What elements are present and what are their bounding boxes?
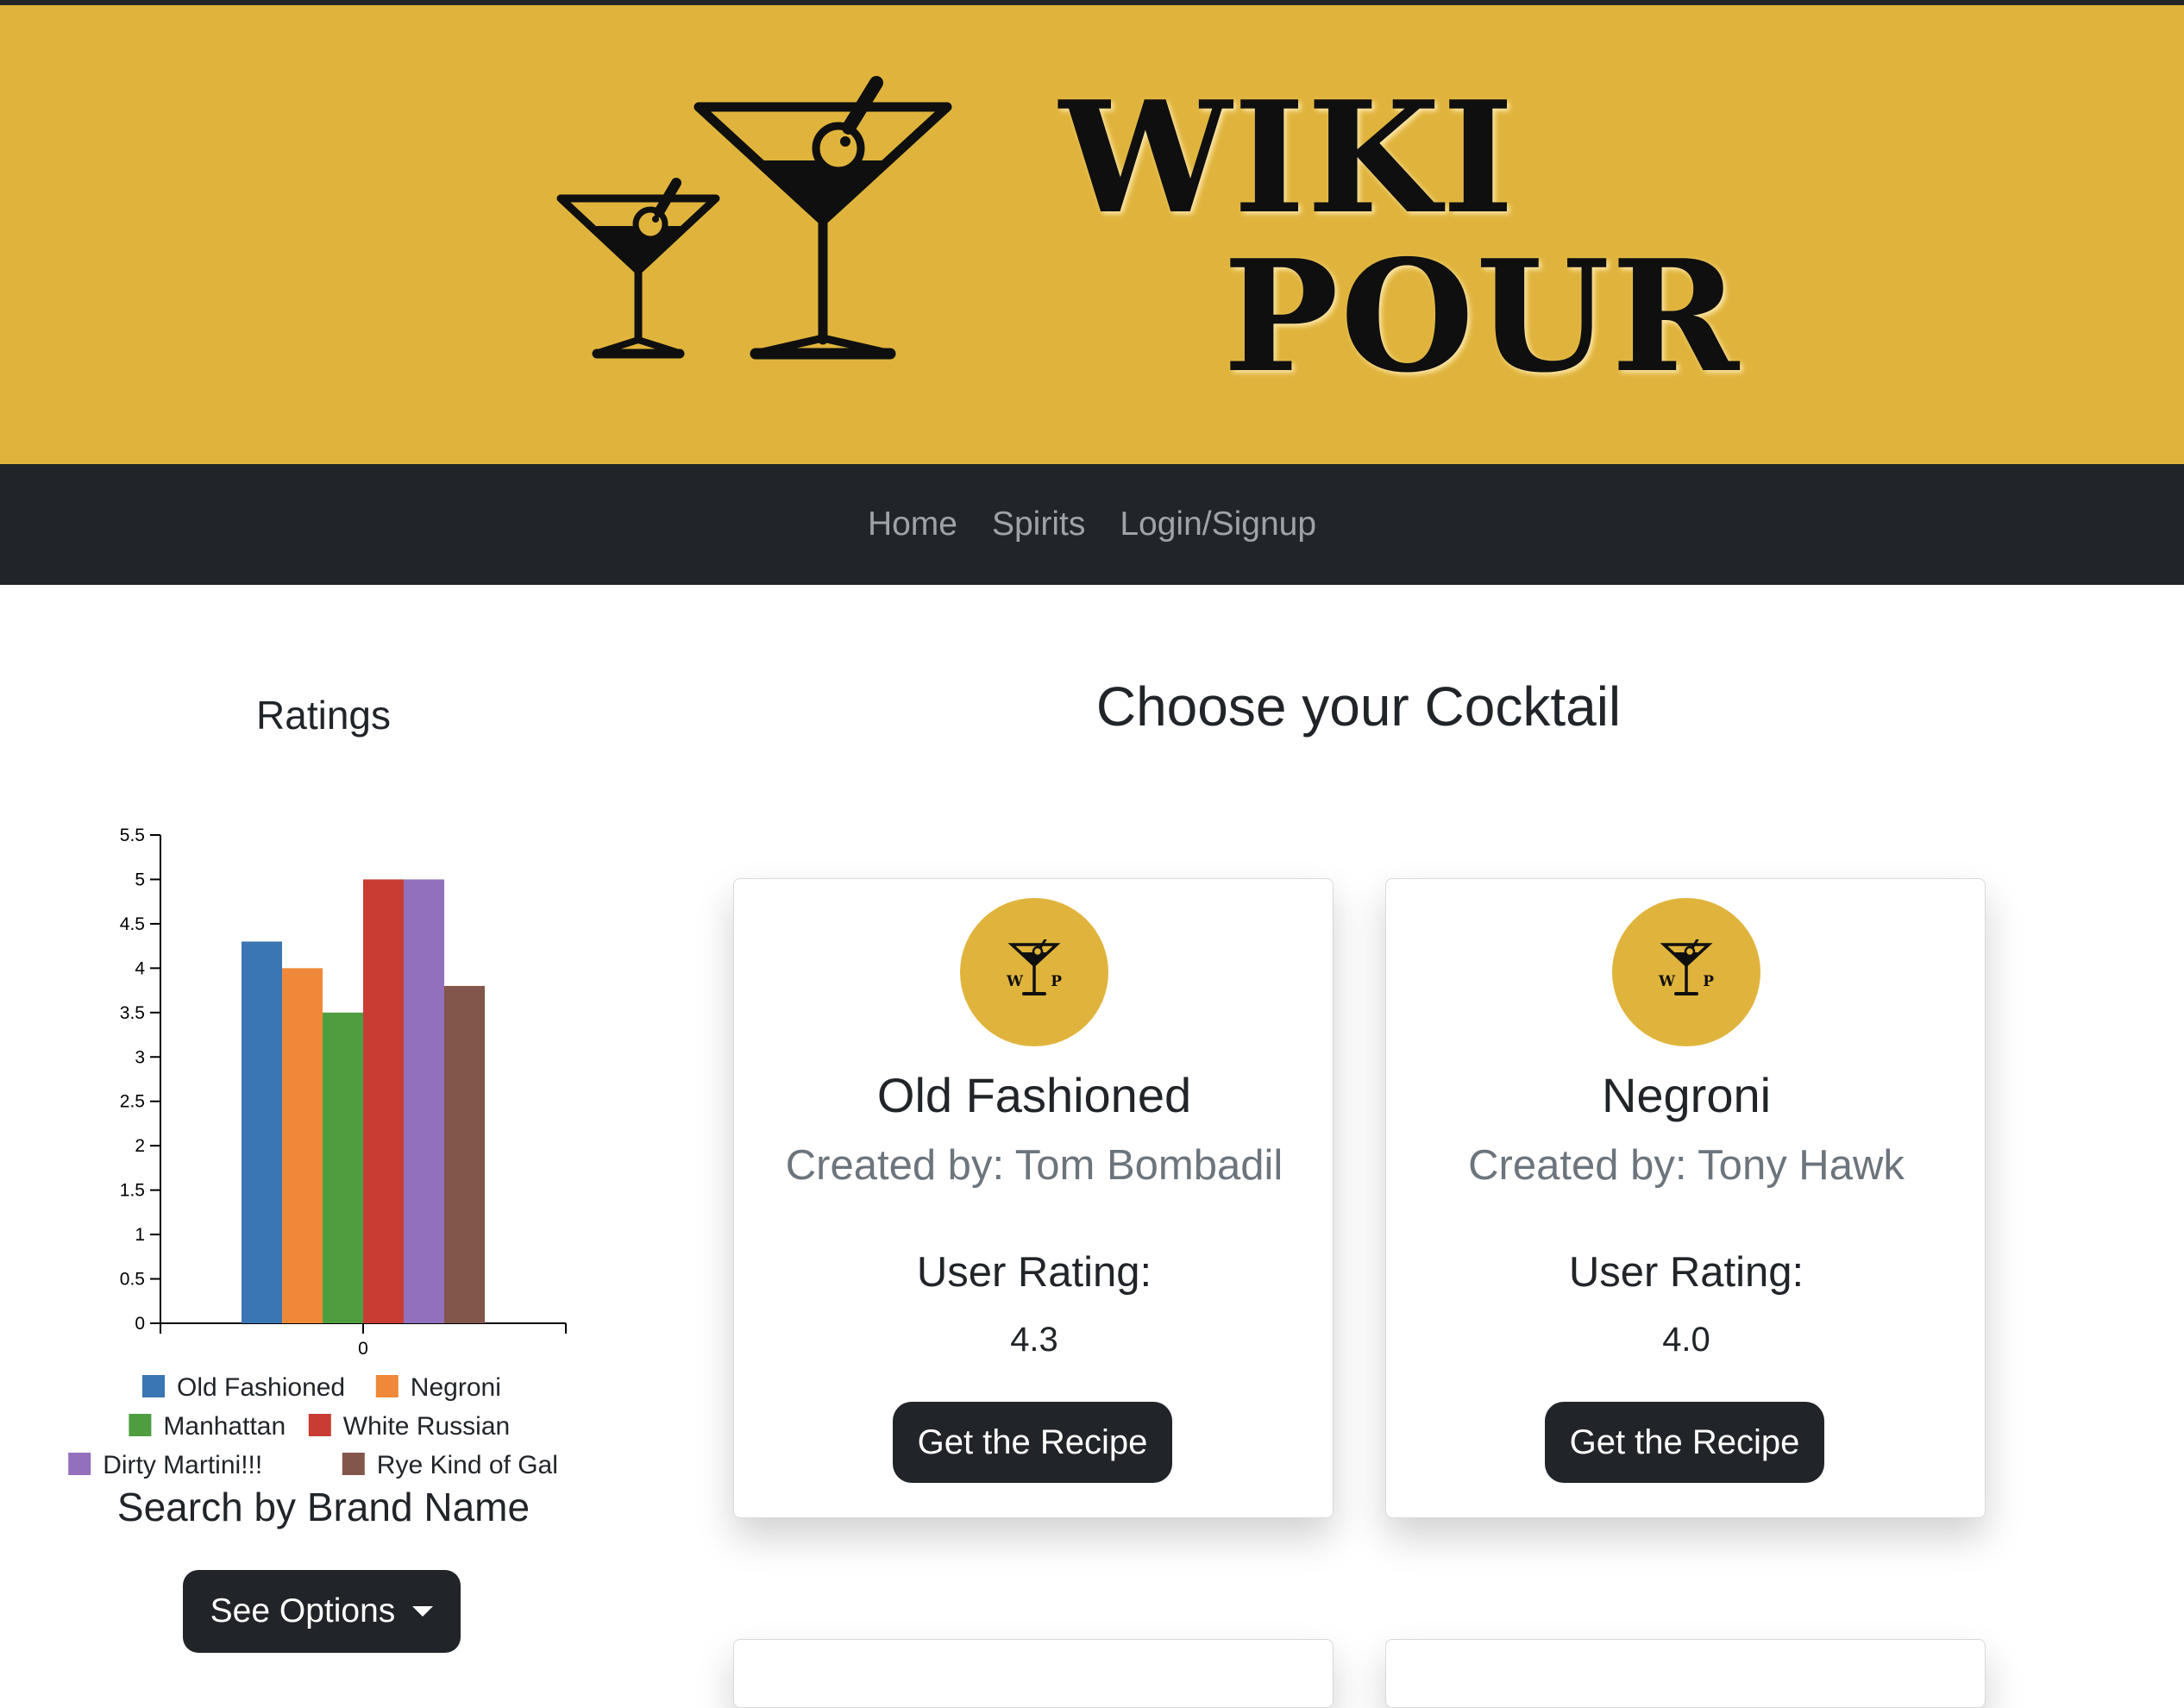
cocktail-card: WP Negroni Created by: Tony Hawk User Ra… <box>1385 878 1986 1518</box>
legend-label: Dirty Martini!!! <box>103 1451 262 1479</box>
badge-letters-text: WP <box>1006 973 1062 990</box>
bar-white-russian <box>363 879 404 1323</box>
badge-letters: WP <box>1658 973 1714 990</box>
see-options-dropdown[interactable]: See Options <box>183 1570 461 1653</box>
badge-letters: WP <box>1006 973 1062 990</box>
legend-swatch <box>68 1453 91 1475</box>
ratings-bar-chart: 0 0.5 1 1.5 2 2.5 3 3.5 4 4.5 5 5.5 0 Old Fashioned Ne… <box>68 826 567 1479</box>
legend-swatch <box>375 1375 399 1397</box>
bar-negroni <box>282 968 323 1323</box>
user-rating-value: 4.3 <box>1010 1321 1058 1359</box>
page-title: Choose your Cocktail <box>1095 675 1622 738</box>
y-tick-label: 5.5 <box>120 826 145 845</box>
y-tick-label: 2 <box>135 1136 145 1156</box>
logo-wordmark-line2: POUR <box>1223 226 1742 406</box>
see-options-label: See Options <box>210 1592 396 1630</box>
chart-title: Ratings <box>256 693 391 738</box>
cocktail-creator: Created by: Tony Hawk <box>1468 1142 1905 1189</box>
y-tick-label: 0 <box>135 1314 145 1334</box>
caret-down-icon <box>412 1606 434 1617</box>
y-tick-label: 5 <box>135 870 145 889</box>
site-header: WIKI POUR <box>0 5 2184 464</box>
y-tick-label: 4 <box>135 958 145 978</box>
cocktail-badge: WP <box>1612 898 1760 1046</box>
nav-link-home[interactable]: Home <box>868 505 957 543</box>
search-title: Search by Brand Name <box>116 1485 530 1529</box>
cocktail-card-partial <box>1385 1639 1986 1708</box>
cocktail-card-partial <box>733 1639 1334 1708</box>
user-rating-value: 4.0 <box>1662 1321 1710 1359</box>
legend-swatch <box>342 1453 365 1475</box>
legend-label: Old Fashioned <box>177 1373 345 1402</box>
main-navbar: Home Spirits Login/Signup <box>0 464 2184 585</box>
user-rating-label: User Rating: <box>916 1249 1152 1296</box>
legend-swatch <box>142 1375 165 1397</box>
nav-link-spirits[interactable]: Spirits <box>992 505 1085 543</box>
legend-label: Manhattan <box>163 1412 286 1441</box>
x-tick-label: 0 <box>358 1339 368 1359</box>
bar-rye-kind-of-gal <box>444 985 485 1323</box>
bar-old-fashioned <box>242 941 282 1323</box>
y-tick-label: 2.5 <box>120 1092 145 1112</box>
y-tick-label: 3.5 <box>120 1003 145 1023</box>
nav-link-login-signup[interactable]: Login/Signup <box>1120 505 1316 543</box>
logo-wordmark-line1: WIKI <box>1059 67 1516 248</box>
cocktail-card: WP Old Fashioned Created by: Tom Bombadi… <box>733 878 1334 1518</box>
y-tick-label: 1.5 <box>120 1181 145 1201</box>
y-tick-label: 0.5 <box>120 1270 145 1290</box>
martini-glasses-icon <box>556 76 952 360</box>
cocktail-creator: Created by: Tom Bombadil <box>785 1142 1283 1189</box>
badge-letters-text: WP <box>1658 973 1714 990</box>
cocktail-name: Old Fashioned <box>876 1068 1192 1122</box>
legend-label: Negroni <box>411 1373 501 1402</box>
y-tick-label: 1 <box>135 1225 145 1245</box>
legend-swatch <box>129 1414 152 1436</box>
legend-swatch <box>308 1414 331 1436</box>
y-tick-label: 3 <box>135 1047 145 1067</box>
bar-manhattan <box>323 1012 363 1323</box>
cocktail-name: Negroni <box>1601 1068 1772 1122</box>
get-recipe-button[interactable]: Get the Recipe <box>1545 1402 1824 1483</box>
legend-label: White Russian <box>343 1412 510 1441</box>
user-rating-label: User Rating: <box>1568 1249 1804 1296</box>
get-recipe-button[interactable]: Get the Recipe <box>893 1402 1172 1483</box>
legend-label: Rye Kind of Gal <box>377 1451 558 1479</box>
y-tick-label: 4.5 <box>120 914 145 934</box>
cocktail-badge: WP <box>960 898 1108 1046</box>
bar-dirty-martini- <box>404 879 444 1323</box>
